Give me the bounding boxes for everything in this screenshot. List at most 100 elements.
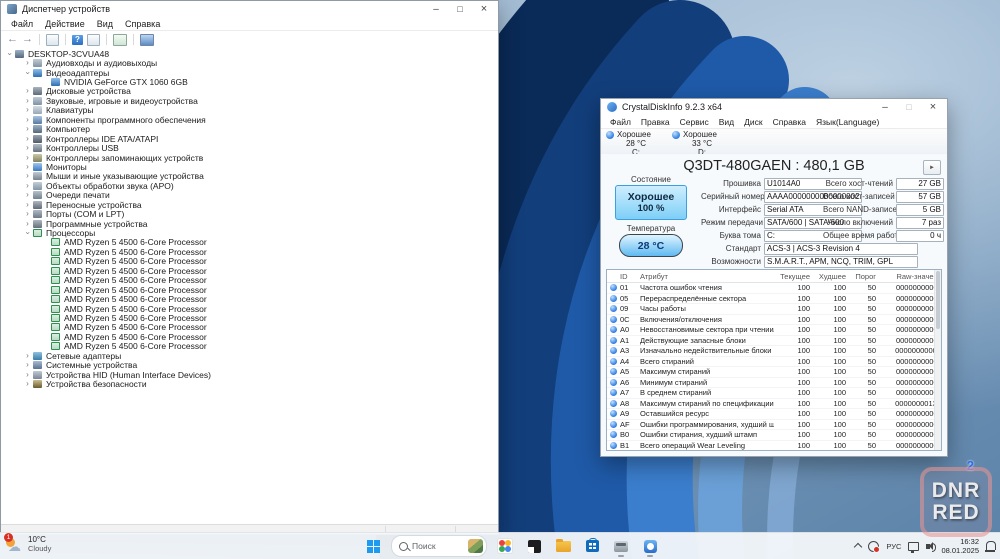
- tree-item[interactable]: ›Компьютер: [1, 125, 498, 134]
- drive-tab-C[interactable]: Хорошее28 °CC:: [603, 129, 669, 156]
- smart-row[interactable]: A3Изначально недействительные блоки10010…: [607, 346, 941, 357]
- tree-expander-icon[interactable]: ›: [23, 59, 32, 67]
- tree-item[interactable]: ›AMD Ryzen 5 4500 6-Core Processor: [1, 323, 498, 332]
- volume-icon[interactable]: [926, 544, 930, 549]
- taskbar-crystaldiskinfo[interactable]: [639, 534, 661, 558]
- minimize-icon[interactable]: [873, 99, 897, 115]
- tree-item[interactable]: ›AMD Ryzen 5 4500 6-Core Processor: [1, 238, 498, 247]
- smart-row[interactable]: 01Частота ошибок чтения10010050000000000…: [607, 283, 941, 294]
- tree-item[interactable]: ›AMD Ryzen 5 4500 6-Core Processor: [1, 304, 498, 313]
- tree-expander-icon[interactable]: ›: [23, 106, 32, 114]
- tree-item[interactable]: ›Устройства безопасности: [1, 379, 498, 388]
- smart-row[interactable]: B0Ошибки стирания, худший штамп100100500…: [607, 430, 941, 441]
- tree-item[interactable]: ›AMD Ryzen 5 4500 6-Core Processor: [1, 276, 498, 285]
- tree-item[interactable]: ›Дисковые устройства: [1, 87, 498, 96]
- tree-expander-icon[interactable]: ›: [23, 201, 32, 209]
- start-button[interactable]: [362, 534, 384, 558]
- tree-item[interactable]: ›Программные устройства: [1, 219, 498, 228]
- maximize-icon[interactable]: [448, 1, 472, 17]
- smart-row[interactable]: 05Перераспределённые сектора100100500000…: [607, 294, 941, 305]
- tree-item[interactable]: ›DESKTOP-3CVUA48: [1, 49, 498, 58]
- tree-expander-icon[interactable]: ›: [23, 163, 32, 171]
- taskbar-device-manager[interactable]: [610, 534, 632, 558]
- tree-item[interactable]: ›NVIDIA GeForce GTX 1060 6GB: [1, 77, 498, 86]
- tree-expander-icon[interactable]: ›: [23, 154, 32, 162]
- tree-item[interactable]: ›Мыши и иные указывающие устройства: [1, 172, 498, 181]
- tree-expander-icon[interactable]: ›: [23, 125, 32, 133]
- tree-expander-icon[interactable]: ›: [23, 144, 32, 152]
- smart-row[interactable]: 0CВключения/отключения100100500000000000…: [607, 315, 941, 326]
- close-icon[interactable]: [921, 99, 945, 115]
- tree-item[interactable]: ›Клавиатуры: [1, 106, 498, 115]
- taskbar-app-photos[interactable]: [494, 534, 516, 558]
- taskbar-file-explorer[interactable]: [552, 534, 574, 558]
- crystaldiskinfo-menu-item-6[interactable]: Язык(Language): [811, 117, 884, 127]
- maximize-icon[interactable]: [897, 99, 921, 115]
- tree-expander-icon[interactable]: ›: [23, 220, 32, 228]
- tree-item[interactable]: ›Контроллеры IDE ATA/ATAPI: [1, 134, 498, 143]
- next-drive-button[interactable]: [923, 160, 941, 175]
- tray-overflow-icon[interactable]: [854, 543, 862, 551]
- taskbar-weather-widget[interactable]: ☁ 1 10°C Cloudy: [6, 535, 51, 553]
- language-indicator[interactable]: РУС: [886, 542, 901, 551]
- smart-row[interactable]: A1Действующие запасные блоки100100500000…: [607, 336, 941, 347]
- tree-item[interactable]: ›Контроллеры USB: [1, 143, 498, 152]
- tree-item[interactable]: ›Сетевые адаптеры: [1, 351, 498, 360]
- crystaldiskinfo-titlebar[interactable]: CrystalDiskInfo 9.2.3 x64: [601, 99, 947, 115]
- forward-icon[interactable]: →: [22, 34, 33, 45]
- tree-item[interactable]: ›Звуковые, игровые и видеоустройства: [1, 96, 498, 105]
- tree-expander-icon[interactable]: ›: [23, 135, 32, 143]
- help-icon[interactable]: [72, 35, 83, 45]
- properties-icon[interactable]: [87, 34, 100, 46]
- crystaldiskinfo-menu-item-0[interactable]: Файл: [605, 117, 636, 127]
- tree-item[interactable]: ›AMD Ryzen 5 4500 6-Core Processor: [1, 257, 498, 266]
- taskbar-microsoft-store[interactable]: [581, 534, 603, 558]
- smart-row[interactable]: A8Максимум стираний по спецификации10010…: [607, 399, 941, 410]
- update-notification-icon[interactable]: [868, 541, 879, 552]
- device-manager-menu-item-3[interactable]: Справка: [119, 19, 166, 29]
- scan-hardware-changes-icon[interactable]: [113, 34, 127, 46]
- close-icon[interactable]: [472, 1, 496, 17]
- tree-item[interactable]: ›Аудиовходы и аудиовыходы: [1, 58, 498, 67]
- smart-row[interactable]: A5Максимум стираний10010050000000000001: [607, 367, 941, 378]
- device-monitor-icon[interactable]: [140, 34, 154, 46]
- tree-item[interactable]: ›Мониторы: [1, 162, 498, 171]
- tree-expander-icon[interactable]: ›: [23, 87, 32, 95]
- crystaldiskinfo-menu-item-2[interactable]: Сервис: [675, 117, 714, 127]
- tree-expander-icon[interactable]: ›: [23, 371, 32, 379]
- smart-row[interactable]: B1Всего операций Wear Leveling1001005000…: [607, 441, 941, 452]
- minimize-icon[interactable]: [424, 1, 448, 17]
- tree-item[interactable]: ›Видеоадаптеры: [1, 68, 498, 77]
- tree-item[interactable]: ›Переносные устройства: [1, 200, 498, 209]
- tree-item[interactable]: ›AMD Ryzen 5 4500 6-Core Processor: [1, 247, 498, 256]
- tree-item[interactable]: ›AMD Ryzen 5 4500 6-Core Processor: [1, 342, 498, 351]
- notifications-bell-icon[interactable]: [986, 541, 996, 550]
- smart-row[interactable]: A6Минимум стираний10010050000000000001: [607, 378, 941, 389]
- back-icon[interactable]: ←: [7, 34, 18, 45]
- tree-expander-icon[interactable]: ›: [6, 49, 14, 58]
- tree-expander-icon[interactable]: ›: [23, 182, 32, 190]
- drive-tab-D[interactable]: Хорошее33 °CD:: [669, 129, 735, 156]
- smart-row[interactable]: AFОшибки программирования, худший шта...…: [607, 420, 941, 431]
- tree-expander-icon[interactable]: ›: [23, 172, 32, 180]
- clock[interactable]: 16:32 08.01.2025: [941, 537, 979, 555]
- tree-item[interactable]: ›Контроллеры запоминающих устройств: [1, 153, 498, 162]
- device-manager-menu-item-1[interactable]: Действие: [39, 19, 91, 29]
- tree-item[interactable]: ›Объекты обработки звука (APO): [1, 181, 498, 190]
- crystaldiskinfo-menu-item-3[interactable]: Вид: [714, 117, 739, 127]
- crystaldiskinfo-menu-item-5[interactable]: Справка: [768, 117, 811, 127]
- tree-expander-icon[interactable]: ›: [23, 191, 32, 199]
- tree-expander-icon[interactable]: ›: [23, 97, 32, 105]
- tree-item[interactable]: ›AMD Ryzen 5 4500 6-Core Processor: [1, 285, 498, 294]
- health-status-button[interactable]: Хорошее 100 %: [615, 185, 687, 220]
- device-manager-menu-item-0[interactable]: Файл: [5, 19, 39, 29]
- smart-row[interactable]: 09Часы работы10010050000000000000: [607, 304, 941, 315]
- smart-row[interactable]: A9Оставшийся ресурс10010050000000000064: [607, 409, 941, 420]
- crystaldiskinfo-menu-item-4[interactable]: Диск: [739, 117, 767, 127]
- taskbar-app-dark[interactable]: [523, 534, 545, 558]
- device-manager-titlebar[interactable]: Диспетчер устройств: [1, 1, 498, 17]
- tree-expander-icon[interactable]: ›: [23, 210, 32, 218]
- crystaldiskinfo-menu-item-1[interactable]: Правка: [636, 117, 675, 127]
- tree-item[interactable]: ›Компоненты программного обеспечения: [1, 115, 498, 124]
- temperature-button[interactable]: 28 °C: [619, 234, 683, 257]
